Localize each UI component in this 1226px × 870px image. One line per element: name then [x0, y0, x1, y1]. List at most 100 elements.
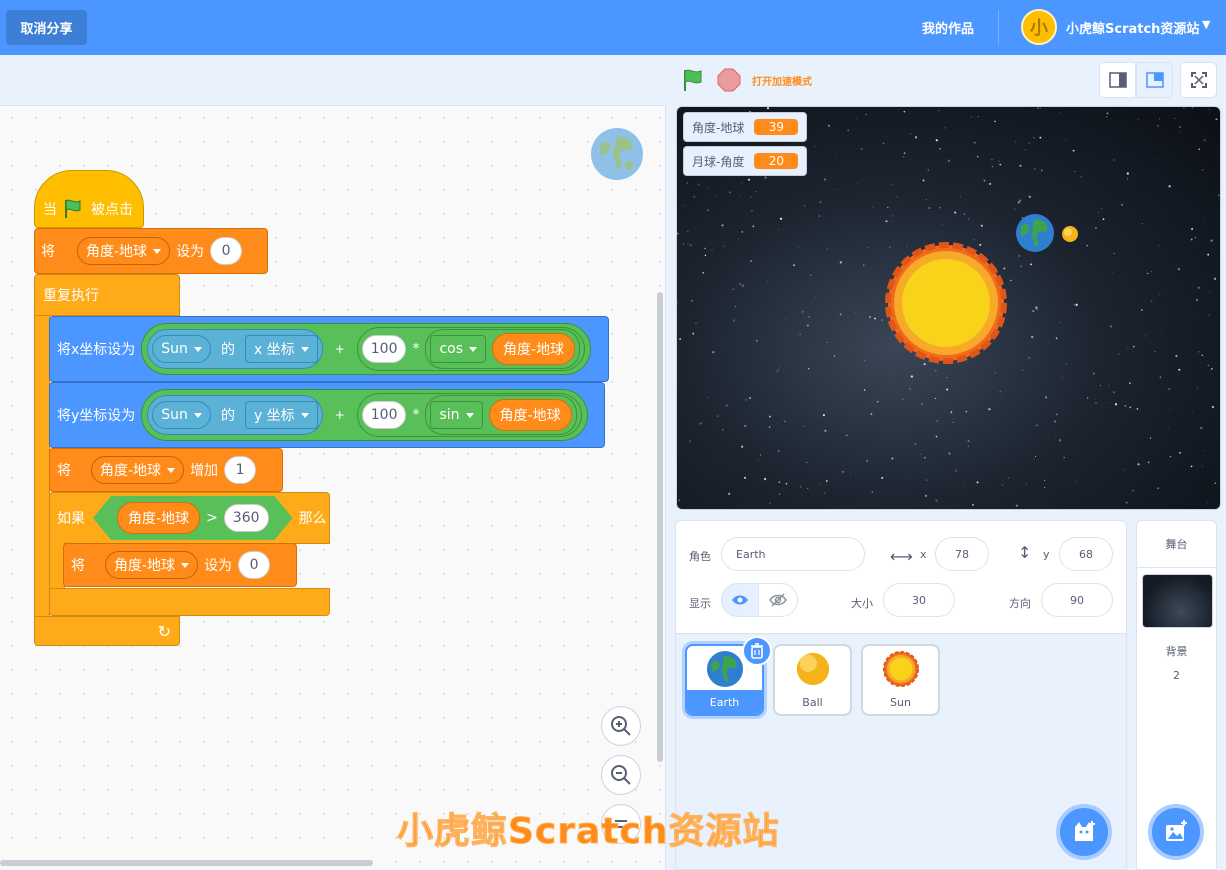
- variable-reporter[interactable]: 角度-地球: [488, 399, 572, 431]
- stop-button[interactable]: [717, 68, 741, 92]
- factor-input[interactable]: 100: [361, 335, 407, 363]
- variable-monitor[interactable]: 月球-角度 20: [683, 146, 808, 176]
- turbo-mode-toggle[interactable]: 打开加速模式: [752, 73, 812, 88]
- sprite-tile-sun[interactable]: Sun: [861, 644, 940, 716]
- attribute-dropdown[interactable]: y 坐标: [244, 401, 318, 429]
- sensing-of-block[interactable]: Sun 的 y 坐标: [147, 395, 323, 435]
- when-flag-clicked-block[interactable]: 当 被点击: [34, 170, 144, 228]
- delete-sprite-button[interactable]: [742, 636, 772, 666]
- star: [1129, 406, 1132, 409]
- factor-input[interactable]: 100: [361, 401, 407, 429]
- if-then-block[interactable]: 如果 角度-地球 > 360 那么: [49, 492, 330, 544]
- function-dropdown[interactable]: sin: [430, 401, 483, 429]
- set-variable-block[interactable]: 将 角度-地球 设为 0: [34, 228, 268, 274]
- star: [764, 176, 767, 179]
- math-function-block[interactable]: sin 角度-地球: [425, 395, 577, 435]
- set-x-block[interactable]: 将x坐标设为 Sun 的 x 坐标 + 100 * cos 角度-地球: [49, 316, 609, 382]
- change-variable-block[interactable]: 将 角度-地球 增加 1: [49, 448, 283, 492]
- variable-name: 角度-地球: [86, 244, 148, 260]
- star: [1002, 484, 1003, 486]
- vertical-scrollbar[interactable]: [657, 292, 663, 762]
- variable-monitor[interactable]: 角度-地球 39: [683, 112, 808, 142]
- ball-sprite[interactable]: [1061, 225, 1079, 243]
- star: [1168, 428, 1170, 430]
- ball-thumbnail-icon: [796, 652, 829, 686]
- sprite-dropdown[interactable]: Sun: [152, 401, 211, 429]
- stage-thumbnail[interactable]: [1142, 574, 1213, 628]
- star: [677, 302, 679, 304]
- backdrop-count: 2: [1173, 669, 1180, 682]
- star: [750, 196, 752, 198]
- star: [747, 178, 750, 181]
- star: [814, 297, 816, 298]
- sprite-tile-ball[interactable]: Ball: [773, 644, 852, 716]
- star: [988, 408, 991, 411]
- direction-input[interactable]: 90: [1041, 583, 1113, 617]
- username-menu[interactable]: 小虎鲸Scratch资源站: [1066, 18, 1199, 37]
- value-input[interactable]: 0: [238, 551, 271, 579]
- x-input[interactable]: 78: [935, 537, 989, 571]
- attribute-dropdown[interactable]: x 坐标: [244, 335, 318, 363]
- my-works-link[interactable]: 我的作品: [922, 18, 974, 37]
- star: [702, 271, 705, 274]
- green-flag-button[interactable]: [681, 68, 707, 92]
- star: [867, 247, 869, 249]
- horizontal-scrollbar[interactable]: [0, 860, 373, 866]
- math-function-block[interactable]: cos 角度-地球: [425, 329, 581, 369]
- size-input[interactable]: 30: [883, 583, 955, 617]
- multiply-operator-block[interactable]: 100 * sin 角度-地球: [356, 393, 582, 437]
- show-button[interactable]: [721, 583, 759, 617]
- fullscreen-button[interactable]: [1180, 62, 1217, 98]
- star: [1086, 244, 1089, 247]
- variable-dropdown[interactable]: 角度-地球: [105, 551, 199, 579]
- zoom-in-button[interactable]: [601, 706, 641, 746]
- set-y-block[interactable]: 将y坐标设为 Sun 的 y 坐标 + 100 * sin 角度-地球: [49, 382, 605, 448]
- y-input[interactable]: 68: [1059, 537, 1113, 571]
- star: [707, 209, 709, 211]
- cat-icon: [1075, 821, 1095, 841]
- star: [1196, 387, 1198, 389]
- star: [1114, 403, 1118, 406]
- star: [728, 492, 731, 495]
- add-operator-block[interactable]: Sun 的 x 坐标 + 100 * cos 角度-地球: [141, 323, 592, 375]
- set-variable-block[interactable]: 将 角度-地球 设为 0: [63, 543, 297, 587]
- hide-button[interactable]: [758, 583, 798, 617]
- avatar[interactable]: 小: [1021, 9, 1057, 45]
- greater-than-block[interactable]: 角度-地球 > 360: [93, 496, 293, 540]
- sprite-name-input[interactable]: Earth: [721, 537, 865, 571]
- compare-value-input[interactable]: 360: [224, 504, 269, 532]
- large-stage-button[interactable]: [1136, 62, 1173, 98]
- star: [1012, 163, 1014, 165]
- star: [1210, 368, 1213, 370]
- function-dropdown[interactable]: cos: [430, 335, 487, 363]
- value-input[interactable]: 0: [210, 237, 243, 265]
- add-backdrop-button[interactable]: [1148, 804, 1204, 860]
- add-operator-block[interactable]: Sun 的 y 坐标 + 100 * sin 角度-地球: [141, 389, 588, 441]
- stage-panel-title: 舞台: [1137, 521, 1216, 568]
- small-stage-button[interactable]: [1099, 62, 1136, 98]
- earth-sprite[interactable]: [1015, 213, 1055, 253]
- value-input[interactable]: 1: [224, 456, 257, 484]
- star: [712, 351, 715, 354]
- variable-reporter[interactable]: 角度-地球: [117, 502, 200, 534]
- multiply-operator-block[interactable]: 100 * cos 角度-地球: [356, 327, 586, 371]
- if-block-bottom[interactable]: [49, 588, 330, 616]
- variable-reporter[interactable]: 角度-地球: [492, 333, 576, 365]
- zoom-out-button[interactable]: [601, 755, 641, 795]
- star: [722, 429, 724, 431]
- variable-dropdown[interactable]: 角度-地球: [77, 237, 171, 265]
- stage[interactable]: 角度-地球 39 月球-角度 20: [676, 106, 1221, 510]
- sun-sprite[interactable]: [884, 241, 1008, 365]
- variable-dropdown[interactable]: 角度-地球: [91, 456, 185, 484]
- add-sprite-button[interactable]: [1056, 804, 1112, 860]
- star: [1019, 265, 1022, 268]
- unshare-button[interactable]: 取消分享: [6, 10, 87, 45]
- sprite-dropdown[interactable]: Sun: [152, 335, 211, 363]
- forever-block[interactable]: 重复执行: [34, 274, 180, 316]
- star: [1120, 203, 1124, 206]
- sensing-of-block[interactable]: Sun 的 x 坐标: [147, 329, 323, 369]
- chevron-down-icon[interactable]: ▼: [1202, 18, 1210, 31]
- star: [1215, 118, 1218, 121]
- forever-block-bottom[interactable]: ↻: [34, 616, 180, 646]
- star: [1055, 337, 1058, 340]
